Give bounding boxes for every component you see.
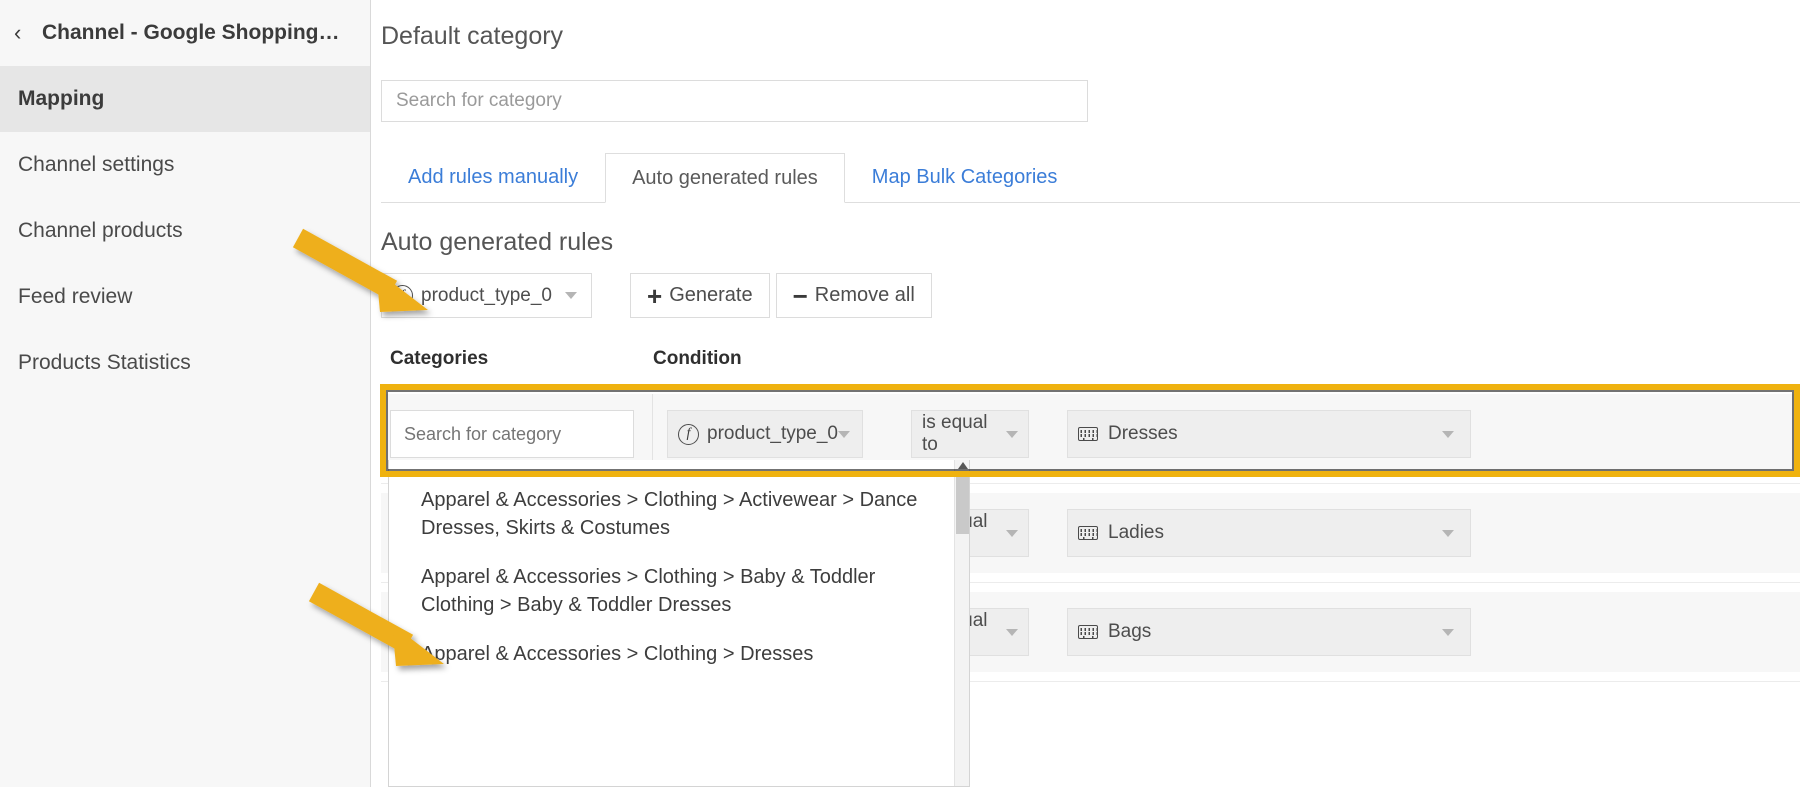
minus-icon: − <box>793 283 808 309</box>
sidebar-item-feed-review[interactable]: Feed review <box>0 264 370 330</box>
list-item[interactable]: Apparel & Accessories > Clothing > Dress… <box>389 630 969 678</box>
chevron-left-icon[interactable]: ‹ <box>14 22 36 44</box>
rule-attribute-value: product_type_0 <box>707 423 838 445</box>
list-item[interactable]: Apparel & Accessories > Clothing > Activ… <box>389 476 969 553</box>
rule-operator-value: is equal to <box>922 412 998 456</box>
sidebar-item-products-statistics[interactable]: Products Statistics <box>0 330 370 396</box>
tab-bar: Add rules manually Auto generated rules … <box>381 152 1800 203</box>
list-item[interactable]: Apparel & Accessories > Clothing > Baby … <box>389 553 969 630</box>
column-header-categories: Categories <box>390 348 488 370</box>
rule-value: Bags <box>1108 621 1151 643</box>
tab-label: Map Bulk Categories <box>872 166 1058 189</box>
keyboard-icon <box>1078 526 1098 540</box>
sidebar-header[interactable]: ‹ Channel - Google Shopping… <box>0 0 370 66</box>
tab-label: Auto generated rules <box>632 167 818 190</box>
rule-value-select[interactable]: Dresses <box>1067 410 1471 458</box>
column-header-condition: Condition <box>653 348 742 370</box>
scrollbar-thumb[interactable] <box>956 474 969 534</box>
sidebar-item-label: Feed review <box>18 285 132 309</box>
tab-add-rules-manually[interactable]: Add rules manually <box>381 152 605 202</box>
sidebar-item-channel-settings[interactable]: Channel settings <box>0 132 370 198</box>
chevron-down-icon <box>1442 431 1454 438</box>
rule-attribute-select[interactable]: f product_type_0 <box>667 410 863 458</box>
tab-auto-generated-rules[interactable]: Auto generated rules <box>605 153 845 203</box>
rule-value-select[interactable]: Ladies <box>1067 509 1471 557</box>
sidebar: ‹ Channel - Google Shopping… Mapping Cha… <box>0 0 371 787</box>
chevron-down-icon <box>565 292 577 299</box>
suggestions-scrollbar[interactable] <box>954 460 969 786</box>
sidebar-item-label: Channel products <box>18 219 183 243</box>
keyboard-icon <box>1078 625 1098 639</box>
generate-button[interactable]: + Generate <box>630 273 770 318</box>
rule-value-select[interactable]: Bags <box>1067 608 1471 656</box>
suggestions-list: Apparel & Accessories > Clothing > Activ… <box>389 460 969 678</box>
chevron-down-icon <box>1442 530 1454 537</box>
page-title: Auto generated rules <box>381 228 613 257</box>
function-icon: f <box>678 424 699 445</box>
keyboard-icon <box>1078 427 1098 441</box>
chevron-down-icon <box>838 431 850 438</box>
chevron-down-icon <box>1442 629 1454 636</box>
chevron-down-icon <box>1006 629 1018 636</box>
category-suggestions-dropdown[interactable]: Apparel & Accessories > Clothing > Activ… <box>388 460 970 787</box>
default-category-label: Default category <box>381 22 563 51</box>
generate-button-label: Generate <box>669 284 752 307</box>
rule-operator-select[interactable]: is equal to <box>911 410 1029 458</box>
sidebar-item-mapping[interactable]: Mapping <box>0 66 370 132</box>
remove-all-button-label: Remove all <box>815 284 915 307</box>
sidebar-item-label: Products Statistics <box>18 351 191 375</box>
scroll-up-arrow-icon[interactable] <box>958 462 968 469</box>
plus-icon: + <box>647 283 662 309</box>
chevron-down-icon <box>1006 530 1018 537</box>
remove-all-button[interactable]: − Remove all <box>776 273 932 318</box>
rules-toolbar: f product_type_0 + Generate − Remove all <box>381 273 932 318</box>
default-category-input[interactable] <box>381 80 1088 122</box>
sidebar-title: Channel - Google Shopping… <box>42 21 339 45</box>
tab-label: Add rules manually <box>408 166 578 189</box>
rule-value: Dresses <box>1108 423 1178 445</box>
sidebar-item-channel-products[interactable]: Channel products <box>0 198 370 264</box>
attribute-select-value: product_type_0 <box>421 285 552 307</box>
rules-column-headers: Categories Condition <box>381 348 1800 382</box>
category-search-input[interactable] <box>390 410 634 458</box>
sidebar-item-label: Channel settings <box>18 153 174 177</box>
tab-map-bulk-categories[interactable]: Map Bulk Categories <box>845 152 1085 202</box>
attribute-select[interactable]: f product_type_0 <box>381 273 592 318</box>
sidebar-item-label: Mapping <box>18 87 104 111</box>
function-icon: f <box>392 285 413 306</box>
rule-value: Ladies <box>1108 522 1164 544</box>
rule-condition-cell: f product_type_0 is equal to Dresses <box>653 410 1800 458</box>
chevron-down-icon <box>1006 431 1018 438</box>
